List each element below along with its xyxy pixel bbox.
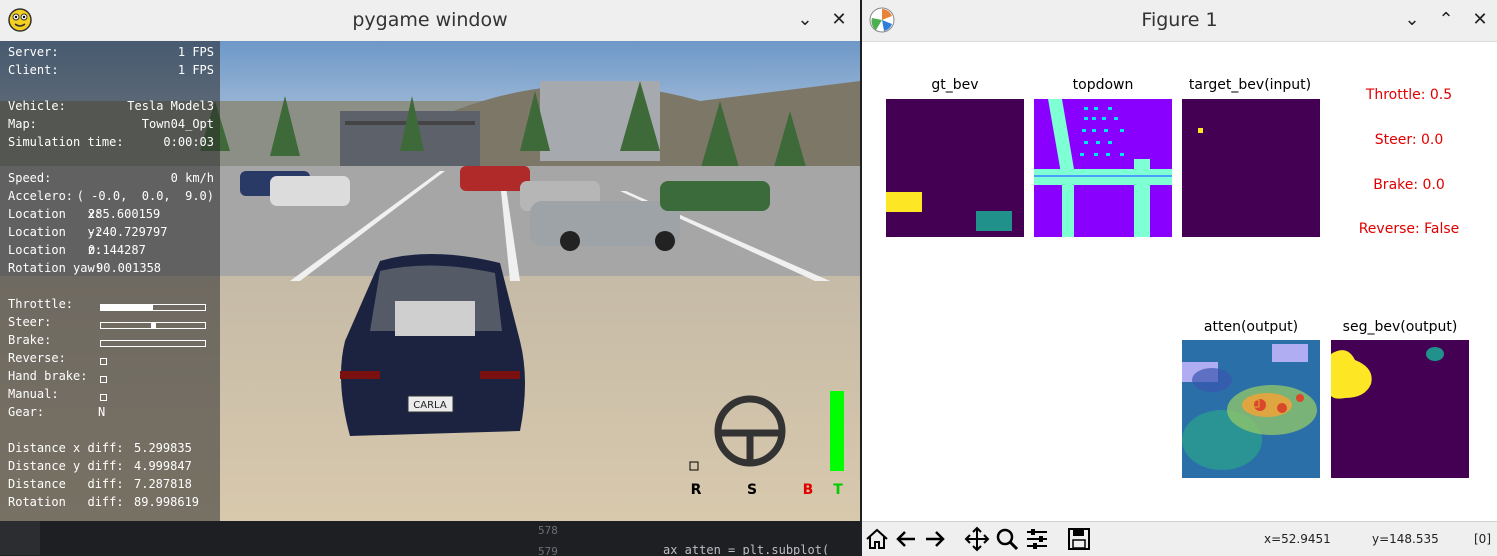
- hud-accel: Accelero:( -0.0, 0.0, 9.0): [8, 189, 214, 203]
- close-icon[interactable]: ✕: [827, 8, 851, 32]
- close-icon[interactable]: ✕: [1468, 8, 1492, 32]
- hud-handbrake: Hand brake:: [8, 369, 88, 383]
- control-brake: Brake: 0.0: [1373, 177, 1445, 193]
- brake-bar: [100, 340, 206, 347]
- handbrake-checkbox: [100, 376, 107, 383]
- panel-title-seg-bev: seg_bev(output): [1342, 319, 1458, 335]
- pan-icon[interactable]: [964, 526, 990, 552]
- hud-map: Map: Town04_Opt: [8, 117, 214, 131]
- steer-bar: [100, 322, 206, 329]
- cursor-value-readout: [0]: [1474, 532, 1491, 546]
- target-bev-image: [1182, 99, 1320, 237]
- code-line[interactable]: ax_atten = plt.subplot(: [663, 543, 829, 555]
- minimize-chevron-icon[interactable]: ⌄: [1400, 8, 1424, 32]
- gt-bev-image: [886, 99, 1024, 237]
- cursor-x-readout: x=52.9451: [1264, 532, 1331, 546]
- forward-arrow-icon[interactable]: [922, 526, 948, 552]
- manual-checkbox: [100, 394, 107, 401]
- hud-reverse: Reverse:: [8, 351, 66, 365]
- control-steer: Steer: 0.0: [1374, 132, 1444, 148]
- throttle-gauge: [830, 391, 844, 471]
- code-editor-strip[interactable]: 578 579 ax_atten = plt.subplot(: [0, 521, 860, 555]
- pedal-r-label: R: [691, 482, 702, 498]
- control-reverse: Reverse: False: [1358, 221, 1460, 237]
- pygame-titlebar[interactable]: pygame window ⌄ ✕: [0, 0, 860, 42]
- hud-vehicle: Vehicle: Tesla Model3: [8, 99, 214, 113]
- home-icon[interactable]: [864, 526, 890, 552]
- panel-title-gt-bev: gt_bev: [931, 77, 979, 93]
- control-throttle: Throttle: 0.5: [1365, 87, 1453, 103]
- line-number: 578: [538, 524, 558, 537]
- minimize-chevron-icon[interactable]: ⌄: [793, 8, 817, 32]
- hud-simtime: Simulation time: 0:00:03: [8, 135, 214, 149]
- configure-subplots-icon[interactable]: [1024, 526, 1050, 552]
- hud-speed: Speed: 0 km/h: [8, 171, 214, 185]
- hud-dist: Distance diff: 7.287818: [8, 477, 192, 491]
- hud-loc-y: Location y: -240.729797: [8, 225, 168, 239]
- hud-loc-z: Location z: 0.144287: [8, 243, 146, 257]
- cursor-y-readout: y=148.535: [1372, 532, 1439, 546]
- zoom-icon[interactable]: [994, 526, 1020, 552]
- hud-dist-x: Distance x diff: 5.299835: [8, 441, 192, 455]
- panel-title-atten: atten(output): [1203, 319, 1299, 335]
- hud-rot-diff: Rotation diff: 89.998619: [8, 495, 200, 509]
- seg-bev-image: [1331, 340, 1469, 478]
- pedal-s-label: S: [747, 482, 757, 498]
- figure-toolbar: x=52.9451 y=148.535 [0]: [862, 521, 1497, 556]
- window-title: pygame window: [352, 9, 508, 31]
- panel-title-target-bev: target_bev(input): [1188, 77, 1312, 93]
- pygame-window: pygame window ⌄ ✕ CARLA R S B T Server: …: [0, 0, 860, 521]
- hud-gear: Gear: N: [8, 405, 106, 419]
- pedal-t-label: T: [833, 482, 843, 498]
- back-arrow-icon[interactable]: [893, 526, 919, 552]
- throttle-bar: [100, 304, 206, 311]
- hud-rotation: Rotation yaw: 90.001358: [8, 261, 162, 275]
- maximize-chevron-icon[interactable]: ⌃: [1434, 8, 1458, 32]
- editor-gutter: [0, 521, 40, 555]
- hud-manual: Manual:: [8, 387, 59, 401]
- save-icon[interactable]: [1066, 526, 1092, 552]
- hud-dist-y: Distance y diff: 4.999847: [8, 459, 192, 473]
- atten-heatmap: [1182, 340, 1320, 478]
- hud-loc-x: Location x: 285.600159: [8, 207, 161, 221]
- hud-client: Client: 1 FPS: [8, 63, 214, 77]
- hud-panel: Server: 1 FPS Client: 1 FPS Vehicle: Tesla …: [0, 41, 220, 521]
- pedal-b-label: B: [803, 482, 814, 498]
- topdown-image: [1034, 99, 1172, 237]
- reverse-checkbox: [100, 358, 107, 365]
- line-number: 579: [538, 545, 558, 555]
- hud-server: Server: 1 FPS: [8, 45, 214, 59]
- license-plate: CARLA: [413, 400, 447, 411]
- panel-title-topdown: topdown: [1072, 77, 1134, 93]
- figure-titlebar[interactable]: Figure 1 ⌄ ⌃ ✕: [862, 0, 1497, 42]
